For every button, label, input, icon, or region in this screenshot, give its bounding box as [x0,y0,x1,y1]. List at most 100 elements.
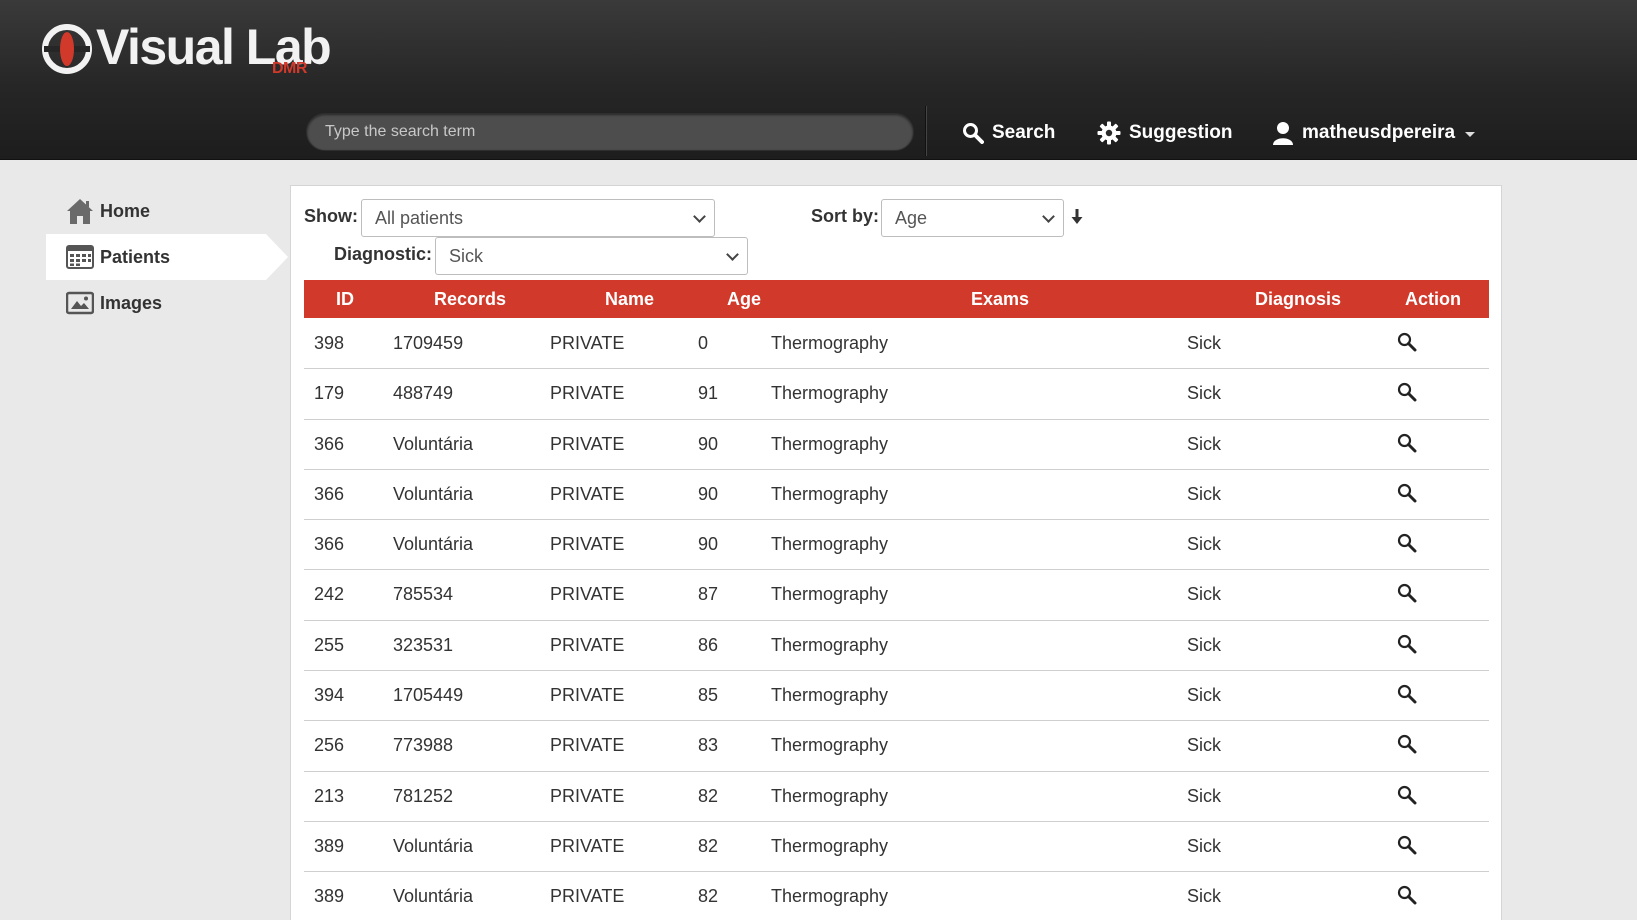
table-row[interactable]: 389 Voluntária PRIVATE 82 Thermography Sick [304,822,1489,873]
cell-name: PRIVATE [550,483,625,504]
cell-records: Voluntária [393,835,474,856]
search-button-label: Search [992,122,1056,143]
sort-select[interactable]: Age [881,199,1064,237]
view-details-icon[interactable] [1397,433,1417,453]
calendar-icon [66,245,94,269]
table-row[interactable]: 255 323531 PRIVATE 86 Thermography Sick [304,621,1489,672]
cell-id: 179 [314,383,345,404]
home-icon [67,199,93,224]
table-row[interactable]: 366 Voluntária PRIVATE 90 Thermography Sick [304,420,1489,470]
patients-table-body: 398 1709459 PRIVATE 0 Thermography Sick 179 488… [304,319,1489,920]
user-menu[interactable]: matheusdpereira [1272,118,1476,148]
chevron-down-icon [1465,131,1476,137]
sidebar-item-images[interactable]: Images [46,280,286,326]
sidebar-item-home[interactable]: Home [46,188,286,234]
table-row[interactable]: 366 Voluntária PRIVATE 90 Thermography Sick [304,520,1489,571]
cell-diagnosis: Sick [1187,333,1222,353]
view-details-icon[interactable] [1397,885,1417,905]
cell-id: 256 [314,735,345,756]
cell-records: Voluntária [393,483,474,504]
view-details-icon[interactable] [1397,382,1417,402]
table-row[interactable]: 179 488749 PRIVATE 91 Thermography Sick [304,369,1489,420]
cell-records: Voluntária [393,433,474,454]
diagnostic-label: Diagnostic: [334,244,433,264]
table-row[interactable]: 366 Voluntária PRIVATE 90 Thermography Sick [304,470,1489,521]
cell-diagnosis: Sick [1187,634,1222,655]
show-select[interactable]: All patients [361,199,715,237]
sidebar-item-patients[interactable]: Patients [46,234,288,280]
cell-diagnosis: Sick [1187,785,1222,806]
cell-exams: Thermography [771,735,889,756]
cell-name: PRIVATE [550,785,625,806]
suggestion-button-label: Suggestion [1129,122,1233,143]
view-details-icon[interactable] [1397,785,1417,805]
cell-age: 87 [698,584,719,605]
column-header-records[interactable]: Records [434,289,506,310]
cell-id: 242 [314,584,345,605]
table-row[interactable]: 394 1705449 PRIVATE 85 Thermography Sick [304,671,1489,722]
cell-diagnosis: Sick [1187,383,1222,404]
show-select-value: All patients [375,207,464,228]
diagnostic-select[interactable]: Sick [435,237,748,275]
table-row[interactable]: 242 785534 PRIVATE 87 Thermography Sick [304,570,1489,621]
view-details-icon[interactable] [1397,483,1417,503]
cell-exams: Thermography [771,383,889,404]
user-icon [1273,122,1293,145]
table-row[interactable]: 389 Voluntária PRIVATE 82 Thermography Sick [304,872,1489,920]
view-details-icon[interactable] [1397,684,1417,704]
column-header-id[interactable]: ID [336,289,354,310]
cell-id: 213 [314,785,345,806]
suggestion-button[interactable]: Suggestion [1097,118,1232,148]
image-icon [66,291,94,315]
cell-age: 0 [698,333,709,353]
cell-records: 773988 [393,735,454,756]
table-row[interactable]: 213 781252 PRIVATE 82 Thermography Sick [304,772,1489,822]
view-details-icon[interactable] [1397,835,1417,855]
view-details-icon[interactable] [1397,332,1417,352]
cell-name: PRIVATE [550,383,625,404]
column-header-name[interactable]: Name [605,289,654,310]
cell-exams: Thermography [771,835,889,856]
table-header: ID Records Name Age Exams Diagnosis Acti… [304,280,1489,318]
cell-diagnosis: Sick [1187,534,1222,555]
cell-records: 785534 [393,584,454,605]
column-header-exams[interactable]: Exams [971,289,1029,310]
cell-age: 90 [698,433,719,454]
cell-name: PRIVATE [550,835,625,856]
table-row[interactable]: 398 1709459 PRIVATE 0 Thermography Sick [304,319,1489,370]
chevron-down-icon [1042,210,1055,223]
view-details-icon[interactable] [1397,583,1417,603]
cell-age: 83 [698,735,719,756]
cell-name: PRIVATE [550,333,625,353]
cell-diagnosis: Sick [1187,835,1222,856]
cell-id: 389 [314,835,345,856]
cell-exams: Thermography [771,685,889,706]
view-details-icon[interactable] [1397,734,1417,754]
cell-exams: Thermography [771,886,889,907]
show-label: Show: [304,206,358,226]
cell-age: 86 [698,634,719,655]
cell-exams: Thermography [771,483,889,504]
search-input[interactable] [306,113,914,151]
cell-id: 255 [314,634,345,655]
cell-id: 366 [314,433,345,454]
view-details-icon[interactable] [1397,533,1417,553]
chevron-down-icon [693,210,706,223]
cell-exams: Thermography [771,333,889,353]
column-header-age[interactable]: Age [727,289,761,310]
search-button[interactable]: Search [962,118,1055,148]
sort-direction-icon[interactable] [1071,208,1083,226]
sidebar-item-label: Images [100,292,163,313]
table-row[interactable]: 256 773988 PRIVATE 83 Thermography Sick [304,721,1489,772]
cell-age: 82 [698,835,719,856]
cell-exams: Thermography [771,584,889,605]
username: matheusdpereira [1302,122,1456,143]
view-details-icon[interactable] [1397,634,1417,654]
sidebar-item-label: Patients [100,246,171,267]
logo-subtitle: DMR [272,60,307,77]
sidebar-item-label: Home [100,200,151,221]
cell-records: 323531 [393,634,454,655]
column-header-diagnosis[interactable]: Diagnosis [1255,289,1341,310]
sort-label: Sort by: [811,206,880,226]
cell-name: PRIVATE [550,634,625,655]
